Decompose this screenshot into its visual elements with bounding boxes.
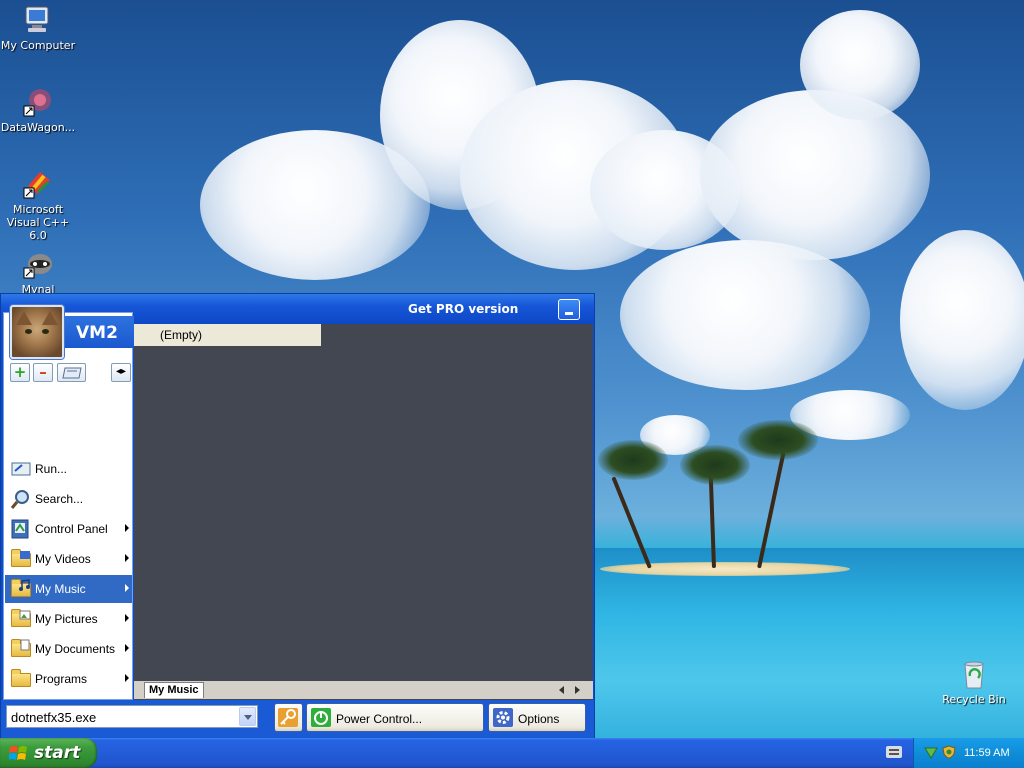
avatar[interactable] <box>10 305 64 359</box>
clock[interactable]: 11:59 AM <box>964 747 1010 759</box>
system-tray: 11:59 AM <box>913 738 1024 768</box>
menu-item-label: Search... <box>35 492 84 506</box>
submenu-arrow-icon <box>125 644 129 652</box>
taskbar: start 11:59 AM <box>0 738 1024 768</box>
menu-item-label: My Music <box>35 582 86 596</box>
menu-item-my-music[interactable]: My Music <box>5 575 132 603</box>
wallpaper-sea <box>594 548 1024 738</box>
menu-item-search[interactable]: Search... <box>5 485 132 513</box>
power-control-label: Power Control... <box>336 712 423 726</box>
desktop-icon-mynal[interactable]: Mynal <box>0 248 78 296</box>
wallpaper-cloud <box>620 240 870 390</box>
minimize-icon <box>565 312 573 315</box>
menu-item-label: My Documents <box>35 642 116 656</box>
menu-item-my-documents[interactable]: My Documents <box>5 635 132 663</box>
power-control-button[interactable]: Power Control... <box>306 703 484 732</box>
get-pro-link[interactable]: Get PRO version <box>408 302 518 316</box>
raccoon-icon <box>22 248 54 280</box>
desktop-icon-msvc[interactable]: Microsoft Visual C++ 6.0 <box>0 168 78 242</box>
submenu-pane: (Empty) <box>134 324 593 711</box>
view-button[interactable] <box>57 363 86 382</box>
run-command-combobox[interactable]: dotnetfx35.exe <box>6 705 258 728</box>
control-panel-icon <box>10 519 32 539</box>
submenu-arrow-icon <box>125 584 129 592</box>
tab-my-music[interactable]: My Music <box>144 682 204 698</box>
run-command-value: dotnetfx35.exe <box>11 710 97 725</box>
menu-item-my-pictures[interactable]: My Pictures <box>5 605 132 633</box>
wallpaper-cloud <box>900 230 1024 410</box>
desktop-icon-label: Recycle Bin <box>942 693 1006 706</box>
programs-folder-icon <box>10 669 32 689</box>
expand-collapse-button[interactable]: ◂▸ <box>111 363 131 382</box>
menu-item-control-panel[interactable]: Control Panel <box>5 515 132 543</box>
security-shield-icon[interactable] <box>942 745 956 759</box>
chevron-down-icon[interactable] <box>239 707 256 726</box>
windows-flag-icon <box>8 745 29 762</box>
remove-button[interactable]: – <box>33 363 53 382</box>
keyboard-icon[interactable] <box>886 746 902 758</box>
key-button[interactable] <box>274 703 303 732</box>
desktop-icon-label: My Computer <box>0 39 76 52</box>
options-button[interactable]: Options <box>488 703 586 732</box>
desktop-icon-my-computer[interactable]: My Computer <box>0 4 78 52</box>
add-button[interactable]: + <box>10 363 30 382</box>
menu-item-label: Run... <box>35 462 68 476</box>
desktop-icon-recycle-bin[interactable]: Recycle Bin <box>934 658 1014 706</box>
menu-left-pane: VM2 + – ◂▸ Run... Search... Control Pane… <box>3 305 134 700</box>
palm-leaves <box>680 445 750 485</box>
desktop-icon-label: DataWagon... <box>0 121 76 134</box>
gear-icon <box>493 708 513 727</box>
tab-scroll-right-icon[interactable] <box>575 686 580 694</box>
desktop-icon-label: Microsoft Visual C++ 6.0 <box>6 203 70 242</box>
menu-item-label: My Videos <box>35 552 91 566</box>
menu-item-run[interactable]: Run... <box>5 455 132 483</box>
datawagon-icon <box>22 86 54 118</box>
my-music-icon <box>10 579 32 599</box>
tab-strip: My Music <box>134 681 593 699</box>
wallpaper-island <box>600 562 850 576</box>
wallpaper-cloud <box>800 10 920 120</box>
profile-name: VM2 <box>76 323 118 343</box>
submenu-empty-label: (Empty) <box>160 328 202 342</box>
key-icon <box>278 708 298 727</box>
wallpaper-cloud <box>700 90 930 260</box>
options-label: Options <box>518 712 560 726</box>
start-label: start <box>34 743 81 763</box>
submenu-arrow-icon <box>125 674 129 682</box>
my-pictures-icon <box>10 609 32 629</box>
menu-item-label: Programs <box>35 672 88 686</box>
command-bar: dotnetfx35.exe Power Control... Options <box>1 700 594 738</box>
start-button[interactable]: start <box>0 738 97 768</box>
my-documents-icon <box>10 639 32 659</box>
submenu-arrow-icon <box>125 554 129 562</box>
start-menu-panel: Get PRO version (Empty) My Music VM2 + –… <box>0 293 595 739</box>
menu-item-label: My Pictures <box>35 612 98 626</box>
menu-item-label: Control Panel <box>35 522 108 536</box>
menu-item-my-videos[interactable]: My Videos <box>5 545 132 573</box>
palm-leaves <box>598 440 668 480</box>
my-computer-icon <box>22 4 54 36</box>
power-icon <box>311 708 331 727</box>
search-icon <box>10 489 32 509</box>
menu-item-programs[interactable]: Programs <box>5 665 132 693</box>
submenu-arrow-icon <box>125 614 129 622</box>
minimize-button[interactable] <box>558 299 580 320</box>
tab-scroll-left-icon[interactable] <box>559 686 564 694</box>
submenu-empty-item[interactable]: (Empty) <box>134 324 321 346</box>
recycle-bin-icon <box>958 658 990 690</box>
palm-leaves <box>738 420 818 460</box>
network-icon[interactable] <box>924 745 938 759</box>
my-videos-icon <box>10 549 32 569</box>
run-icon <box>10 459 32 479</box>
submenu-arrow-icon <box>125 524 129 532</box>
visual-cpp-icon <box>22 168 54 200</box>
desktop-icon-datawagon[interactable]: DataWagon... <box>0 86 78 134</box>
